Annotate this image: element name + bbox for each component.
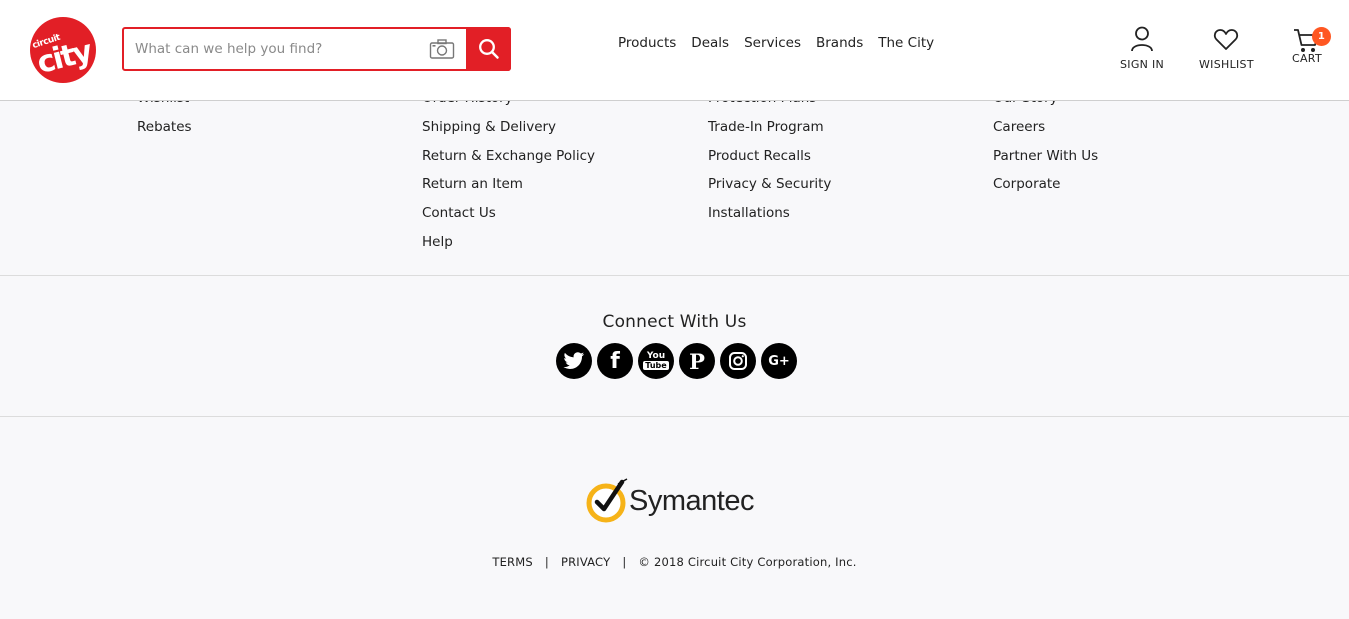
symantec-seal[interactable]: Symantec	[585, 476, 765, 526]
legal-separator: |	[544, 555, 549, 569]
social-icons: f You Tube P G+	[556, 343, 797, 379]
footer-column-3: Protection Plans Trade-In Program Produc…	[708, 84, 831, 228]
footer-link-help[interactable]: Help	[422, 228, 595, 257]
legal-links: TERMS | PRIVACY | © 2018 Circuit City Corpor…	[0, 555, 1349, 569]
site-header: circuit city Products Deals Services Bra…	[0, 0, 1349, 101]
pinterest-icon[interactable]: P	[679, 343, 715, 379]
footer-column-2: Order History Shipping & Delivery Return…	[422, 84, 595, 257]
footer-link-corporate[interactable]: Corporate	[993, 170, 1098, 199]
circuit-city-logo[interactable]: circuit city	[30, 17, 96, 83]
footer-link-shipping[interactable]: Shipping & Delivery	[422, 113, 595, 142]
copyright-text: © 2018 Circuit City Corporation, Inc.	[638, 555, 857, 569]
footer-link-installations[interactable]: Installations	[708, 199, 831, 228]
search-input[interactable]	[124, 29, 419, 69]
footer-link-rebates[interactable]: Rebates	[137, 113, 192, 142]
footer-link-recalls[interactable]: Product Recalls	[708, 142, 831, 171]
cart-label: CART	[1292, 52, 1322, 65]
camera-icon[interactable]	[429, 38, 455, 60]
footer-column-4: Our Story Careers Partner With Us Corpor…	[993, 84, 1098, 199]
legal-separator: |	[622, 555, 627, 569]
user-icon	[1131, 26, 1153, 52]
terms-link[interactable]: TERMS	[492, 555, 533, 569]
main-nav: Products Deals Services Brands The City	[618, 35, 949, 51]
connect-title: Connect With Us	[602, 312, 747, 332]
google-plus-icon[interactable]: G+	[761, 343, 797, 379]
nav-products[interactable]: Products	[618, 35, 676, 51]
facebook-icon[interactable]: f	[597, 343, 633, 379]
footer-links: Wishlist Rebates Order History Shipping …	[0, 84, 1349, 276]
twitter-icon[interactable]	[556, 343, 592, 379]
footer-link-return-policy[interactable]: Return & Exchange Policy	[422, 142, 595, 171]
youtube-icon[interactable]: You Tube	[638, 343, 674, 379]
search-button[interactable]	[466, 27, 511, 71]
heart-icon	[1214, 29, 1239, 50]
cart-button[interactable]: CART 1	[1292, 26, 1331, 73]
footer-link-trade-in[interactable]: Trade-In Program	[708, 113, 831, 142]
footer-link-contact[interactable]: Contact Us	[422, 199, 595, 228]
footer-link-return-item[interactable]: Return an Item	[422, 170, 595, 199]
legal-section: Symantec TERMS | PRIVACY | © 2018 Circuit Ci…	[0, 418, 1349, 619]
footer-link-privacy-security[interactable]: Privacy & Security	[708, 170, 831, 199]
symantec-wordmark: Symantec	[629, 485, 754, 517]
search-bar	[122, 27, 511, 71]
nav-deals[interactable]: Deals	[691, 35, 729, 51]
search-icon	[478, 39, 499, 59]
footer-link-careers[interactable]: Careers	[993, 113, 1098, 142]
connect-section: Connect With Us f You Tube P G+	[0, 277, 1349, 417]
wishlist-label: WISHLIST	[1199, 58, 1254, 71]
sign-in-label: SIGN IN	[1120, 58, 1165, 71]
nav-services[interactable]: Services	[744, 35, 801, 51]
footer-link-partner[interactable]: Partner With Us	[993, 142, 1098, 171]
nav-the-city[interactable]: The City	[878, 35, 934, 51]
privacy-link[interactable]: PRIVACY	[561, 555, 610, 569]
cart-count-badge: 1	[1312, 27, 1331, 46]
nav-brands[interactable]: Brands	[816, 35, 863, 51]
instagram-icon[interactable]	[720, 343, 756, 379]
sign-in-button[interactable]: SIGN IN	[1120, 26, 1164, 71]
wishlist-button[interactable]: WISHLIST	[1199, 26, 1254, 71]
